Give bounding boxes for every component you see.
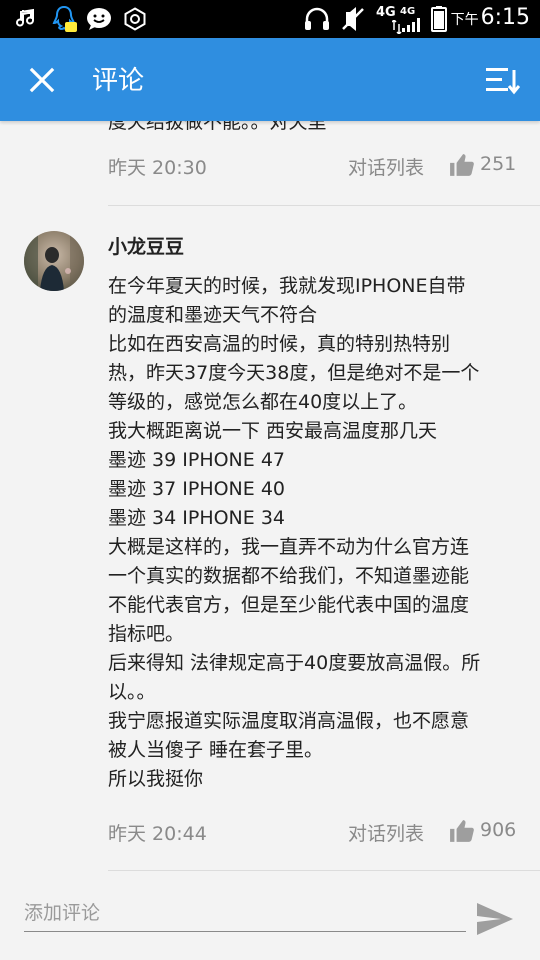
status-bar: 4G 4G 下午6:15 [0,0,540,38]
send-icon[interactable] [475,901,515,937]
comment-line: 我宁愿报道实际温度取消高温假，也不愿意 [108,710,470,732]
status-time: 下午6:15 [451,5,530,30]
comment-body: 在今年夏天的时候，我就发现IPHONE自带 的温度和墨迹天气不符合比如在西安高温的… [108,272,513,794]
comment-input[interactable] [24,895,466,932]
comments-list[interactable]: 度天结拔做不能。。对天里 昨天 20:30 对话列表 251 小龙豆豆 在今年夏… [0,121,540,873]
comment-line: 大概是这样的，我一直弄不动为什么官方连 [108,536,470,558]
comment-time: 昨天 20:44 [108,823,207,845]
vibrate-off-icon [342,7,364,31]
comment-input-bar [0,873,540,960]
comment-time: 昨天 20:30 [108,157,207,179]
comment-line: 墨迹 37 IPHONE 40 [108,478,285,500]
comment-line: 等级的，感觉怎么都在40度以上了。 [108,391,418,413]
conversation-list-link[interactable]: 对话列表 [348,153,424,180]
prev-comment-text: 度天结拔做不能。。对天里 [108,121,327,133]
status-clock: 6:15 [480,5,530,30]
comment-line: 墨迹 34 IPHONE 34 [108,507,285,529]
comment-line: 不能代表官方，但是至少能代表中国的温度 [108,594,470,616]
signal-bars-icon [402,18,420,32]
qq-icon [52,5,77,32]
comment-line: 所以我挺你 [108,768,204,790]
comment-line: 一个真实的数据都不给我们，不知道墨迹能 [108,565,470,587]
conversation-list-link[interactable]: 对话列表 [348,819,424,846]
music-icon [16,8,35,27]
comment-line: 墨迹 39 IPHONE 47 [108,449,285,471]
thumbs-up-icon[interactable] [449,818,475,844]
comment-line: 指标吧。 [108,623,185,645]
comment-line: 我大概距离说一下 西安最高温度那几天 [108,420,438,442]
comment-line: 被人当傻子 睡在套子里。 [108,739,324,761]
comment-meta: 昨天 20:44 对话列表 906 [0,819,540,849]
battery-icon [431,6,447,32]
comment-line: 比如在西安高温的时候，真的特别热特别 [108,333,451,355]
chat-smile-icon [87,8,111,30]
comment-line: 以。。 [108,681,156,703]
comment-line: 热，昨天37度今天38度，但是绝对不是一个 [108,362,480,384]
avatar[interactable] [24,231,84,291]
like-count: 906 [480,819,517,841]
comment-line: 后来得知 法律规定高于40度要放高温假。所 [108,652,481,674]
page-title: 评论 [92,66,145,96]
comment-divider [108,870,540,871]
settings-hex-icon [124,7,146,31]
comment-divider [108,205,540,206]
close-icon[interactable] [24,62,60,98]
prev-comment-meta: 昨天 20:30 对话列表 251 [0,153,540,183]
sort-icon[interactable] [484,64,520,96]
app-bar: 评论 [0,38,540,121]
status-ampm: 下午 [450,12,479,28]
like-count: 251 [480,153,517,175]
signal-arrows-icon [392,20,402,34]
network-type-1: 4G [376,5,396,20]
comment-line: 的温度和墨迹天气不符合 [108,304,318,326]
network-type-2: 4G [400,6,416,17]
thumbs-up-icon[interactable] [449,152,475,178]
comment-line: 在今年夏天的时候，我就发现IPHONE自带 [108,275,466,297]
headphones-icon [305,7,329,30]
comment-username[interactable]: 小龙豆豆 [108,232,184,259]
